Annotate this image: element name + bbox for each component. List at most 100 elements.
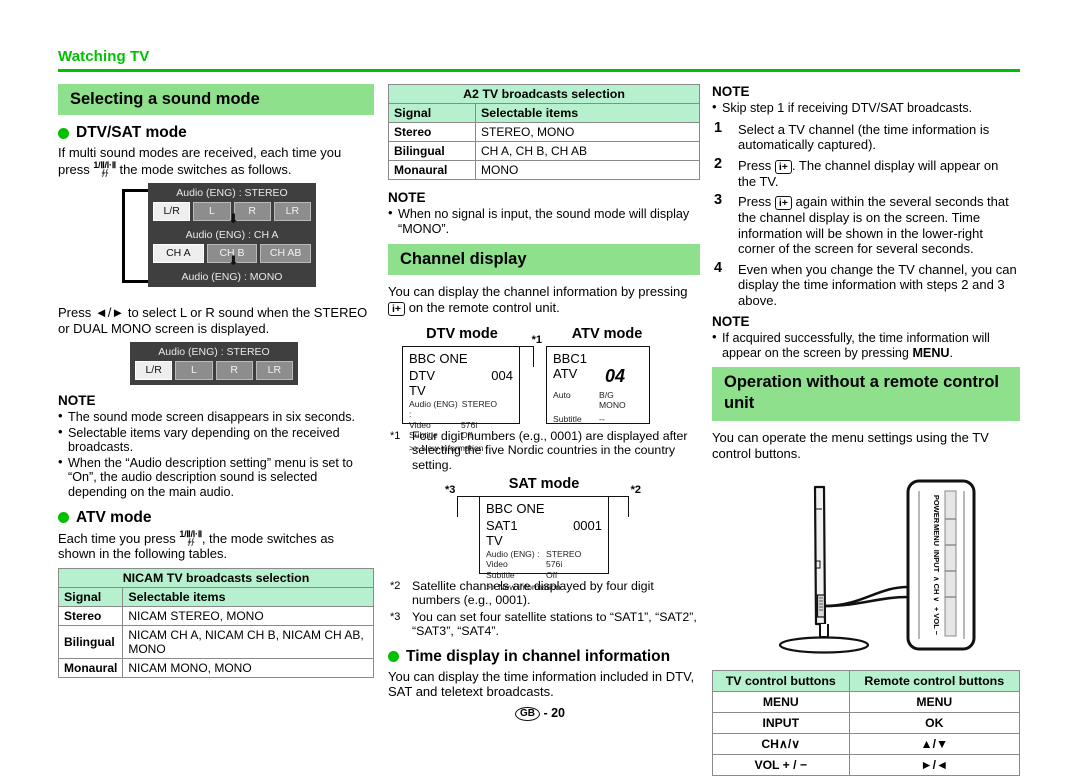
dtv-marker-1: *1 bbox=[531, 333, 542, 346]
a2-table-title: A2 TV broadcasts selection bbox=[388, 84, 700, 104]
step-text-a: Press bbox=[738, 157, 772, 173]
flow-loop-arrow-icon bbox=[122, 185, 160, 283]
time-display-steps: 1 Select a TV channel (the time informat… bbox=[712, 119, 1020, 309]
sat-mode-title: SAT mode bbox=[508, 475, 580, 492]
dtv-marker-leader-icon bbox=[519, 345, 534, 367]
control-buttons-table: TV control buttons Remote control button… bbox=[712, 670, 1021, 776]
heading-time-display-label: Time display in channel information bbox=[406, 647, 671, 665]
table-row: VOL + / − ►/◄ bbox=[712, 754, 1021, 776]
note-list: If acquired successfully, the time infor… bbox=[712, 330, 1020, 360]
atv-channel-name: BBC1 bbox=[553, 350, 587, 366]
table-cell: NICAM CH A, NICAM CH B, NICAM CH AB, MON… bbox=[122, 624, 374, 659]
footnote-1: *1 Four digit numbers (e.g., 0001) are d… bbox=[388, 429, 700, 472]
footnote-2-mark: *2 bbox=[390, 579, 401, 592]
osd-caption: Audio (ENG) : STEREO bbox=[158, 346, 270, 358]
a2-col-items: Selectable items bbox=[475, 103, 700, 123]
dtv-channel-number: 004 bbox=[491, 367, 513, 383]
channel-display-intro-a: You can display the channel information … bbox=[388, 284, 688, 300]
heading-dtv-sat-mode-label: DTV/SAT mode bbox=[76, 124, 187, 141]
osd-button: R bbox=[233, 202, 271, 221]
atv-mode-title: ATV mode bbox=[571, 325, 643, 342]
osd-button: CH A bbox=[153, 244, 204, 263]
flow-arrow-down-icon: ⬇ bbox=[228, 211, 239, 226]
operation-intro-text: You can operate the menu settings using … bbox=[712, 430, 989, 461]
osd-button: L/R bbox=[153, 202, 191, 221]
atv-row-value: B/G bbox=[599, 389, 614, 400]
note-item: Selectable items vary depending on the r… bbox=[58, 425, 374, 455]
column-middle: A2 TV broadcasts selection Signal Select… bbox=[388, 84, 700, 706]
table-cell: NICAM STEREO, MONO bbox=[122, 605, 374, 626]
tv-side-view-svg: POWER MENU INPUT ∧ CH ∨ + VOL − bbox=[778, 479, 976, 654]
table-cell: Bilingual bbox=[388, 141, 476, 161]
osd-button: CH AB bbox=[260, 244, 312, 263]
step-number: 3 bbox=[714, 192, 723, 209]
a2-table: A2 TV broadcasts selection Signal Select… bbox=[388, 84, 700, 180]
green-dot-icon bbox=[388, 651, 399, 663]
note-title: NOTE bbox=[712, 314, 750, 330]
ctrl-header-tv: TV control buttons bbox=[712, 670, 850, 693]
sound-mode-key-icon: 1/Ⅱ/Ⅰ·Ⅱ ∲∱ bbox=[93, 159, 116, 177]
table-row: Bilingual CH A, CH B, CH AB bbox=[388, 141, 700, 161]
heading-dtv-sat-mode: DTV/SAT mode bbox=[58, 124, 374, 142]
sat-marker-right-leader-icon bbox=[608, 495, 629, 517]
a2-col-signal: Signal bbox=[388, 103, 476, 123]
table-row: Signal Selectable items bbox=[57, 586, 374, 607]
sound-mode-key-icon: 1/Ⅱ/Ⅰ·Ⅱ ∲∱ bbox=[179, 528, 202, 546]
channel-display-screens: BBC ONE DTV 004 TV Audio (ENG) : STEREO … bbox=[402, 334, 700, 453]
running-head: Watching TV bbox=[58, 48, 1020, 72]
table-row: Bilingual NICAM CH A, NICAM CH B, NICAM … bbox=[57, 624, 374, 659]
note-item: When no signal is input, the sound mode … bbox=[388, 206, 700, 236]
atv-row-label: Subtitle bbox=[553, 413, 582, 424]
table-row: Monaural MONO bbox=[388, 160, 700, 180]
step-item: 4 Even when you change the TV channel, y… bbox=[712, 260, 1020, 309]
sat-marker-2: *2 bbox=[630, 483, 641, 496]
dtv-type: TV bbox=[409, 382, 426, 398]
page-number: - 20 bbox=[543, 706, 566, 720]
info-key-icon: i+ bbox=[388, 301, 406, 316]
note-item: If acquired successfully, the time infor… bbox=[712, 330, 1020, 360]
column-left: Selecting a sound mode DTV/SAT mode If m… bbox=[57, 84, 374, 678]
flow-arrow-down-icon: ⬇ bbox=[228, 253, 239, 268]
osd-button: L bbox=[193, 202, 231, 221]
osd-button: L/R bbox=[135, 361, 173, 380]
table-cell: CH∧/∨ bbox=[712, 733, 850, 756]
step-text-a: Press bbox=[738, 194, 772, 210]
table-row: Signal Selectable items bbox=[388, 103, 700, 123]
dtv-channel-name: BBC ONE bbox=[409, 350, 468, 366]
osd-button: R bbox=[215, 361, 253, 380]
note-list: Skip step 1 if receiving DTV/SAT broadca… bbox=[712, 100, 1020, 116]
table-row: TV control buttons Remote control button… bbox=[712, 670, 1021, 693]
step-number: 1 bbox=[714, 119, 723, 136]
section-operation-without-remote: Operation without a remote control unit bbox=[712, 367, 1020, 422]
osd-box-stereo-repeat: Audio (ENG) : STEREO L/R L R LR bbox=[130, 342, 298, 385]
info-key-icon: i+ bbox=[774, 159, 792, 174]
sat-marker-left-leader-icon bbox=[457, 495, 480, 517]
osd-button: LR bbox=[273, 202, 311, 221]
footnote-3-text: You can set four satellite stations to “… bbox=[412, 609, 697, 639]
step-item: 2 Press i+. The channel display will app… bbox=[712, 156, 1020, 190]
heading-atv-mode: ATV mode bbox=[58, 509, 374, 527]
note-list: The sound mode screen disappears in six … bbox=[58, 409, 374, 500]
green-dot-icon bbox=[58, 512, 69, 524]
table-cell: Monaural bbox=[57, 657, 124, 678]
section-channel-display: Channel display bbox=[388, 244, 700, 276]
table-cell: Stereo bbox=[388, 122, 476, 142]
sat-channel-number: 0001 bbox=[573, 517, 602, 533]
table-cell: Bilingual bbox=[57, 624, 124, 659]
ctrl-header-remote: Remote control buttons bbox=[848, 670, 1021, 693]
table-cell: Monaural bbox=[388, 160, 476, 180]
sound-mode-flow-diagram: Audio (ENG) : STEREO L/R L R LR ⬇ Audio … bbox=[58, 183, 374, 299]
sat-row-label: Video bbox=[486, 559, 508, 570]
table-cell: STEREO, MONO bbox=[475, 122, 700, 142]
nicam-col-signal: Signal bbox=[57, 586, 124, 607]
atv-row-value: MONO bbox=[599, 400, 626, 411]
dtv-osd-screen: BBC ONE DTV 004 TV Audio (ENG) : STEREO … bbox=[402, 345, 520, 453]
atv-source: ATV bbox=[553, 365, 578, 381]
nicam-col-items: Selectable items bbox=[122, 586, 374, 607]
sat-channel-name: BBC ONE bbox=[486, 500, 545, 516]
atv-channel-number: 04 bbox=[604, 365, 625, 386]
tv-panel-label-ch: ∧ CH ∨ bbox=[932, 576, 941, 602]
heading-time-display: Time display in channel information bbox=[388, 648, 700, 666]
dtv-intro-text: If multi sound modes are received, each … bbox=[58, 145, 374, 177]
step-text: Even when you change the TV channel, you… bbox=[738, 261, 1017, 308]
